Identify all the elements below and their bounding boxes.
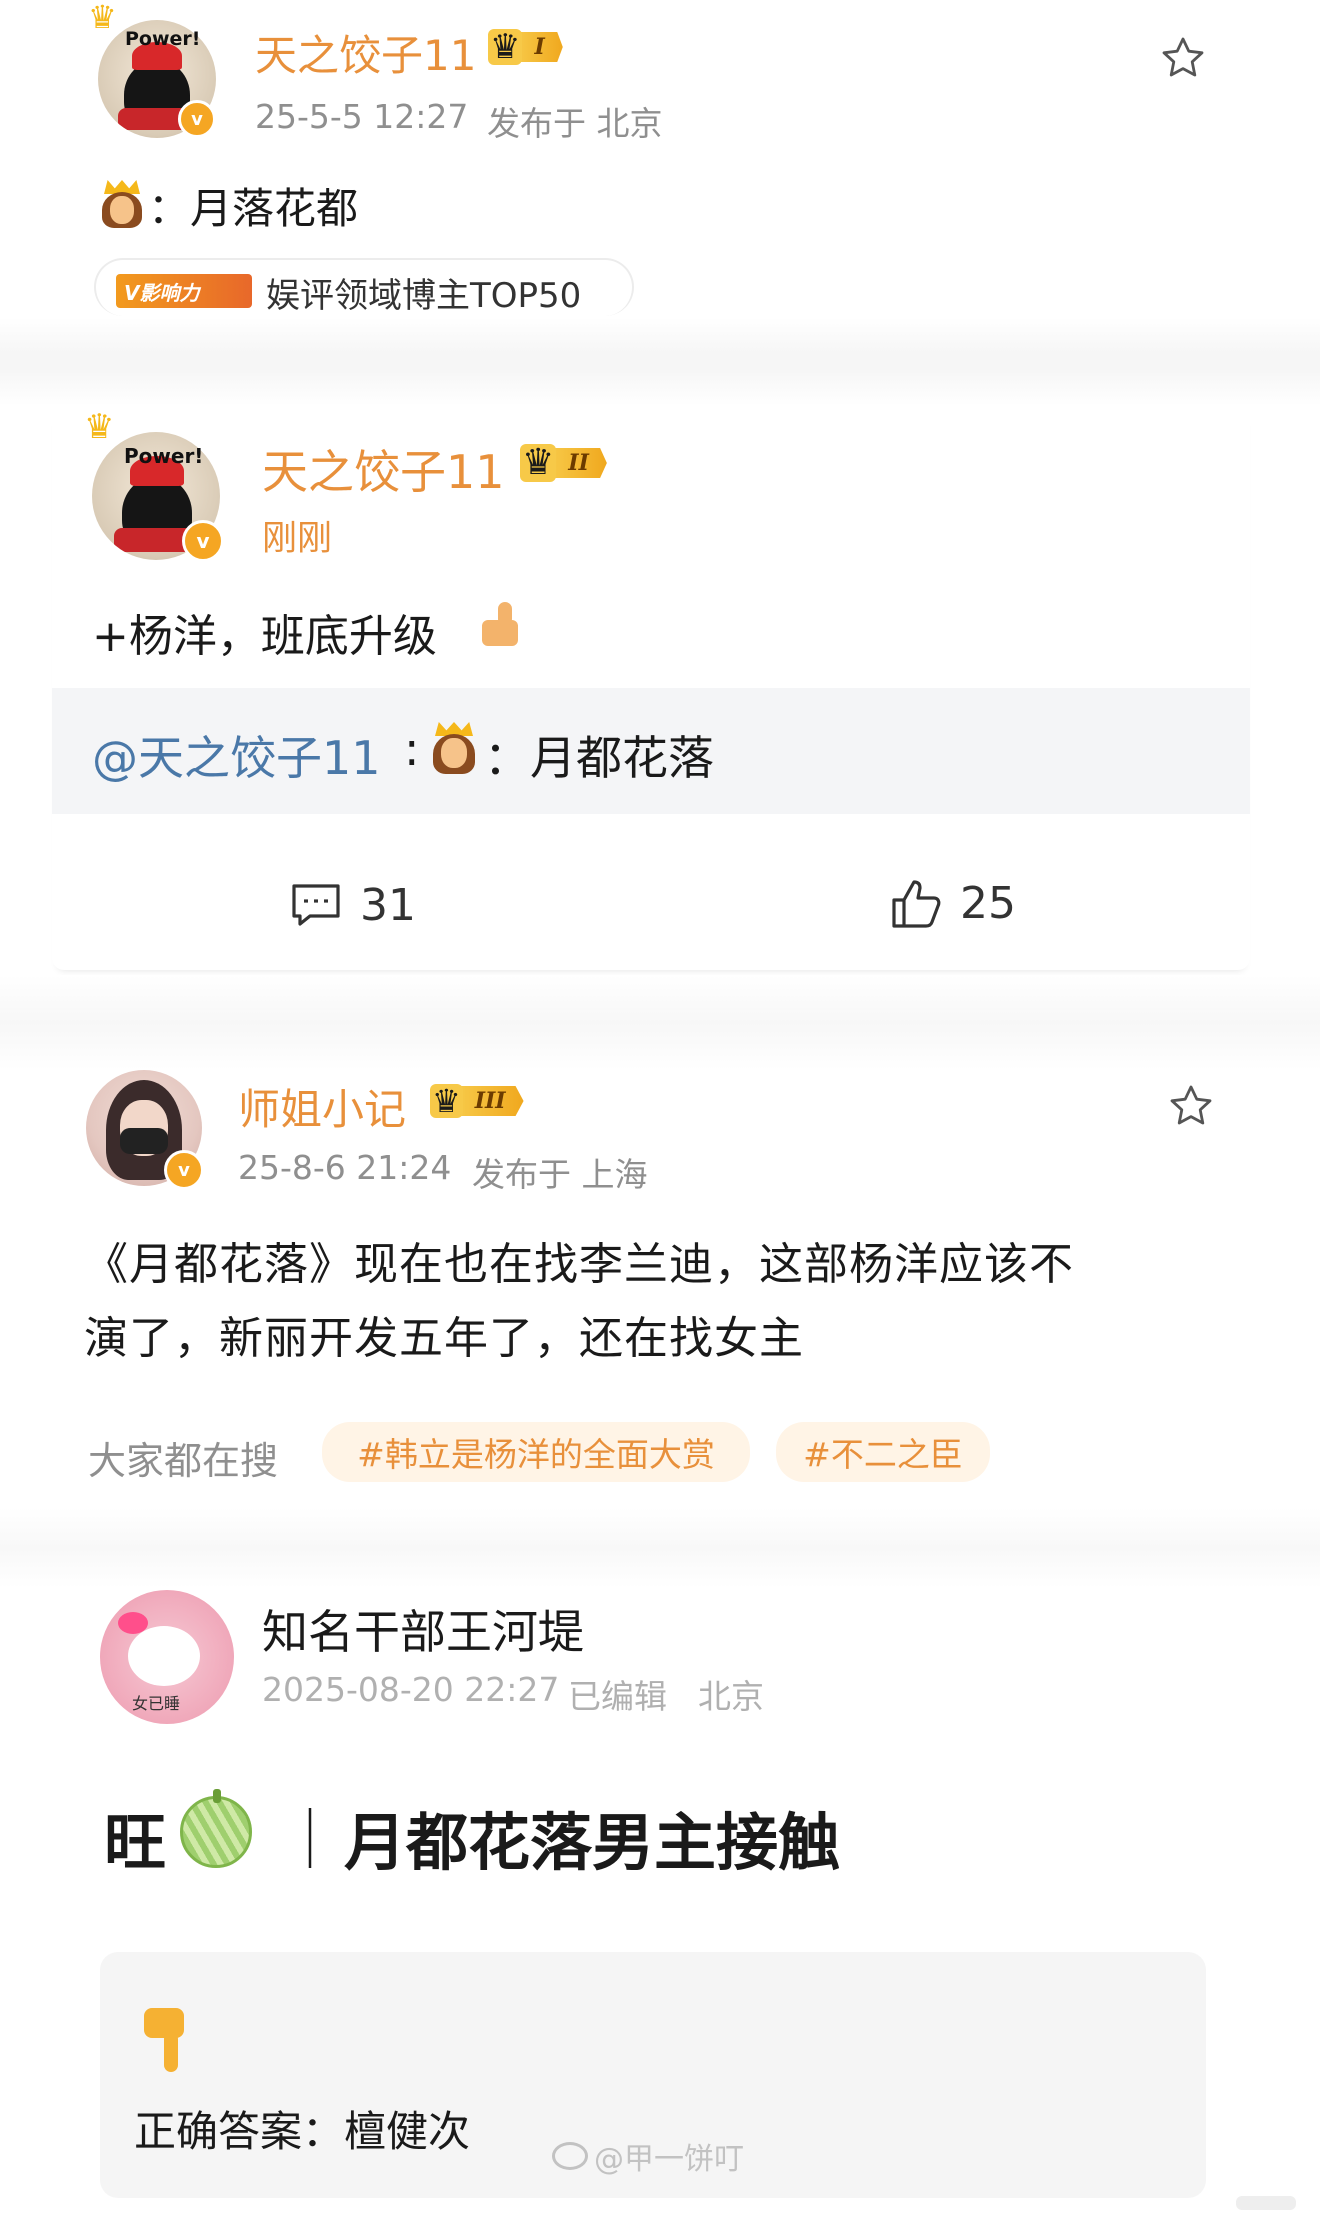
power-label: Power! [125,28,201,50]
verified-badge-icon: v [178,100,216,138]
post-location: 发布于 北京 [487,104,663,143]
comment-count: 31 [360,879,416,931]
watermark-text: @甲一饼叮 [594,2142,744,2177]
username[interactable]: 天之饺子11 [255,22,476,83]
username[interactable]: 师姐小记 [238,1076,406,1137]
crown-icon: ♛ [430,1082,463,1120]
favorite-star-icon[interactable] [1158,34,1208,86]
princess-emoji-icon [430,722,478,776]
like-count: 25 [960,877,1016,929]
post-timestamp: 2025-08-20 22:27 [262,1670,560,1709]
answer-text: 正确答案：檀健次 [134,2107,471,2156]
thumbs-up-icon [892,880,941,928]
post-timestamp: 刚刚 [262,519,333,559]
post-body: ：月落花都 [148,184,359,233]
melon-icon [180,1789,252,1868]
bow-icon [118,1612,148,1634]
hashtag-chip[interactable]: #不二之臣 [776,1422,990,1482]
post-location: 北京 [698,1677,764,1716]
repost-quote[interactable]: @天之饺子11 : ：月都花落 [52,688,1250,814]
quote-text: ：月都花落 [484,731,714,785]
verified-badge-icon: v [164,1150,204,1190]
rank-level: III [456,1086,524,1116]
section-divider [0,318,1320,406]
quote-colon: : [404,722,420,776]
avatar-caption: 女已睡 [132,1694,181,1713]
crown-icon: ♛ [488,27,523,67]
power-label: Power! [124,444,204,468]
section-divider [0,1508,1320,1588]
mask-shape [120,1128,168,1154]
thumbs-up-emoji-icon [482,602,526,646]
weibo-watermark: @甲一饼叮 [552,2136,744,2177]
headline-separator: ｜ [280,1806,340,1876]
post-location: 发布于 上海 [472,1155,648,1194]
rank-level: I [516,32,563,62]
favorite-star-icon[interactable] [1166,1082,1216,1134]
post-body: +杨洋，班底升级 [92,611,437,662]
influence-text: 娱评领域博主TOP50 [266,276,582,316]
hashtag-chip[interactable]: #韩立是杨洋的全面大赏 [322,1422,750,1482]
post-timestamp: 25-5-5 12:27 [255,97,469,136]
verified-badge-icon: v [182,520,224,562]
post-body-line-2: 演了，新丽开发五年了，还在找女主 [84,1313,804,1364]
rank-badge: ♛ II [520,444,607,482]
trending-label: 大家都在搜 [88,1439,279,1483]
headline-left: 旺 [104,1806,167,1879]
post-body-line-1: 《月都花落》现在也在找李兰迪，这部杨洋应该不 [84,1239,1074,1290]
rank-badge: ♛ III [430,1082,524,1120]
comment-button[interactable]: 31 [290,879,416,931]
rank-badge: ♛ I [488,28,563,66]
quote-mention[interactable]: @天之饺子11 [92,722,381,788]
rank-level: II [550,448,607,478]
section-divider [0,975,1320,1070]
influence-pill[interactable]: V影响力 娱评领域博主TOP50 [94,258,634,316]
scroll-indicator[interactable] [1236,2196,1296,2210]
influence-badge: V影响力 [116,274,252,308]
headline-right: 月都花落男主接触 [344,1806,841,1879]
like-button[interactable]: 25 [890,876,1016,930]
power-crown-icon: ♛ [88,0,117,36]
princess-emoji-icon [100,180,144,230]
post-timestamp: 25-8-6 21:24 [238,1148,452,1187]
crown-icon: ♛ [520,442,557,483]
comment-icon [292,884,340,926]
weibo-logo-icon [552,2142,588,2170]
username[interactable]: 天之饺子11 [262,436,505,502]
pointing-down-icon [144,2008,184,2072]
avatar[interactable]: 女已睡 [100,1590,234,1724]
username[interactable]: 知名干部王河堤 [262,1596,584,1662]
power-crown-icon: ♛ [84,407,115,447]
hello-kitty-icon [128,1626,200,1686]
edited-label: 已编辑 [568,1677,667,1716]
